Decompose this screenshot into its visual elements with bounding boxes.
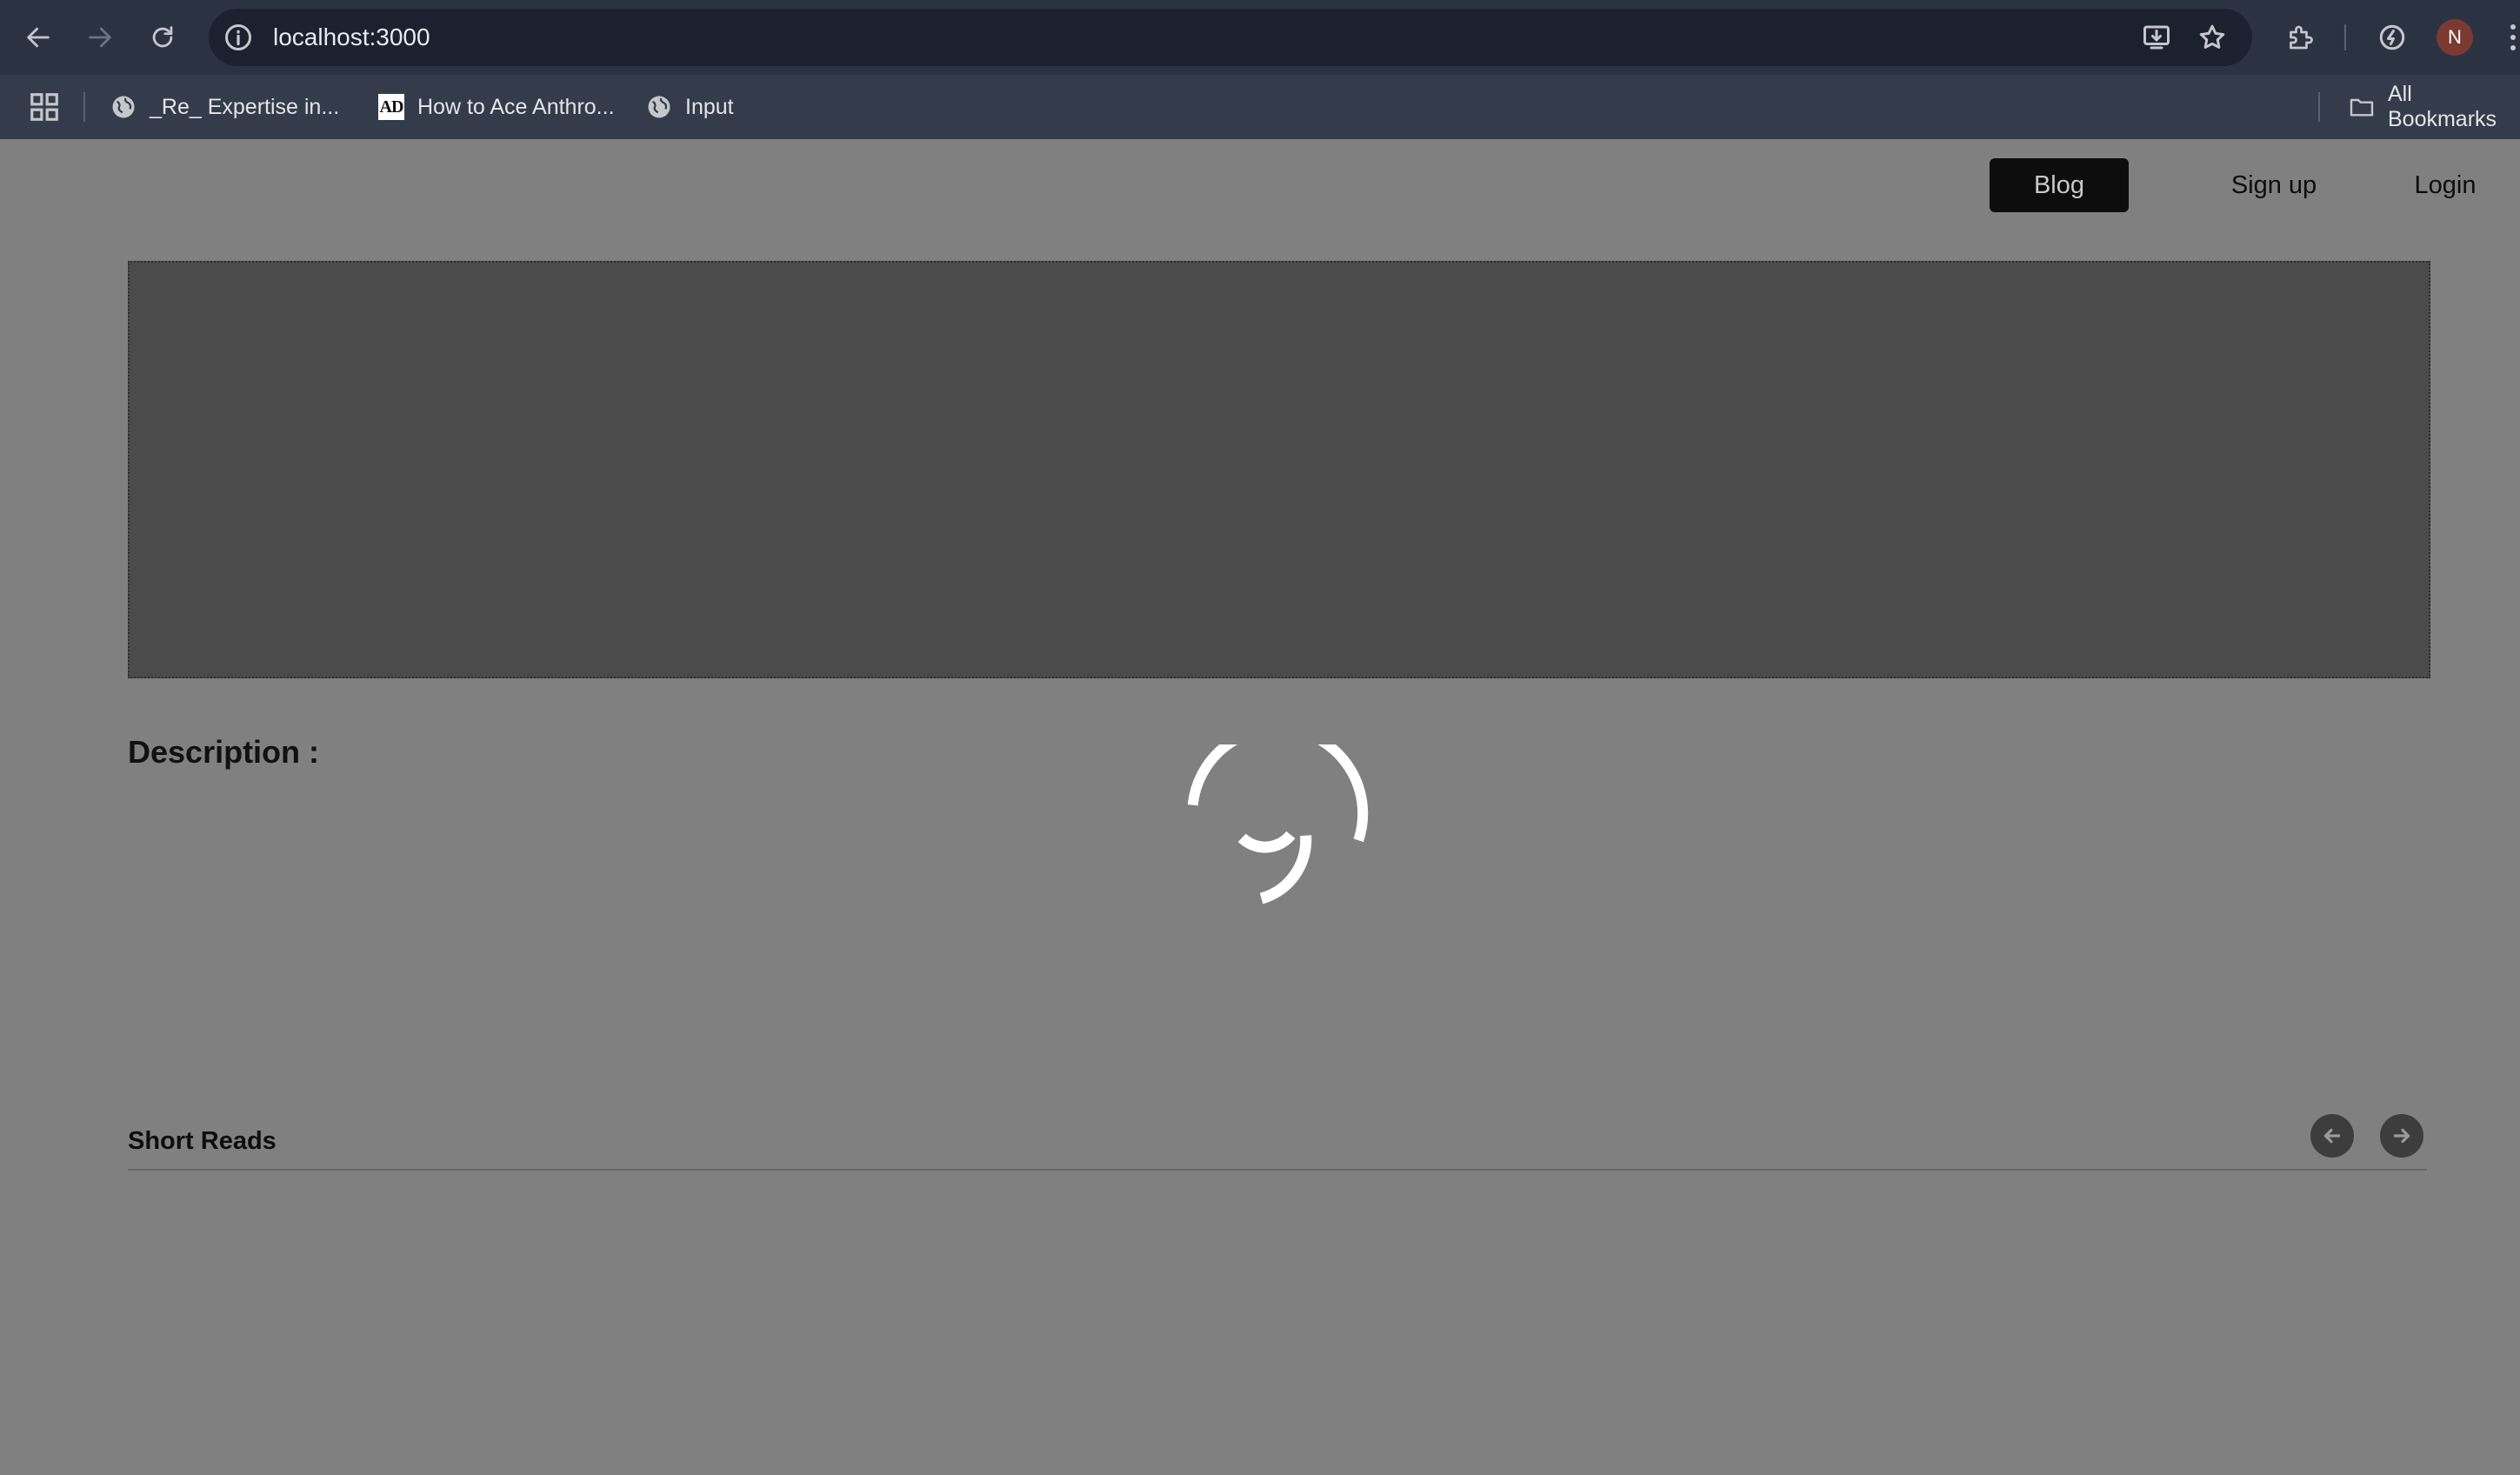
- more-menu-icon[interactable]: [2504, 19, 2520, 56]
- toolbar-separator: [2344, 24, 2346, 50]
- globe-icon: [645, 93, 673, 121]
- carousel-prev-button[interactable]: [2310, 1114, 2354, 1158]
- address-bar[interactable]: localhost:3000: [209, 9, 2252, 66]
- bookmark-label: Input: [685, 94, 734, 119]
- bookmark-item[interactable]: Input: [645, 87, 734, 127]
- arrow-right-icon: [2393, 1128, 2410, 1144]
- nav-signup-link[interactable]: Sign up: [2191, 158, 2357, 212]
- forward-button[interactable]: [78, 16, 122, 59]
- description-heading: Description :: [128, 734, 320, 770]
- nav-login-link[interactable]: Login: [2384, 158, 2506, 212]
- extensions-icon[interactable]: [2280, 17, 2320, 57]
- url-text[interactable]: localhost:3000: [273, 9, 430, 66]
- bookmark-label: _Re_ Expertise in...: [150, 94, 340, 119]
- carousel-next-button[interactable]: [2380, 1114, 2423, 1158]
- short-reads-divider: [128, 1169, 2427, 1171]
- install-app-icon[interactable]: [2139, 20, 2174, 55]
- bookmark-item[interactable]: _Re_ Expertise in...: [110, 87, 339, 127]
- bookmark-label: How to Ace Anthro...: [417, 94, 615, 119]
- page-viewport: Blog Sign up Login Description : Short R…: [0, 139, 2520, 1475]
- reload-icon: [152, 26, 173, 48]
- reload-button[interactable]: [141, 16, 184, 59]
- ad-favicon: AD: [377, 93, 405, 121]
- loading-spinner-icon: [1188, 744, 1369, 904]
- performance-icon[interactable]: [2372, 17, 2412, 57]
- site-info-icon[interactable]: [221, 20, 256, 55]
- back-button[interactable]: [17, 16, 60, 59]
- bookmarks-bar: _Re_ Expertise in... AD How to Ace Anthr…: [0, 75, 2520, 139]
- bookmarks-separator: [2318, 92, 2320, 122]
- globe-icon: [110, 93, 137, 121]
- apps-grid-icon[interactable]: [28, 90, 61, 123]
- browser-toolbar: localhost:3000 N: [0, 0, 2520, 75]
- all-bookmarks-label: All Bookmarks: [2388, 82, 2497, 131]
- bookmarks-separator: [83, 92, 85, 122]
- folder-icon: [2348, 93, 2376, 121]
- arrow-right-icon: [89, 27, 111, 48]
- arrow-left-icon: [27, 27, 50, 48]
- profile-avatar[interactable]: N: [2437, 19, 2473, 56]
- nav-blog-button[interactable]: Blog: [1990, 158, 2129, 212]
- all-bookmarks-button[interactable]: All Bookmarks: [2348, 82, 2520, 131]
- hero-banner-placeholder: [128, 261, 2430, 678]
- arrow-left-icon: [2323, 1128, 2341, 1144]
- bookmark-star-icon[interactable]: [2195, 20, 2230, 55]
- bookmark-item[interactable]: AD How to Ace Anthro...: [377, 87, 615, 127]
- short-reads-heading: Short Reads: [128, 1127, 277, 1155]
